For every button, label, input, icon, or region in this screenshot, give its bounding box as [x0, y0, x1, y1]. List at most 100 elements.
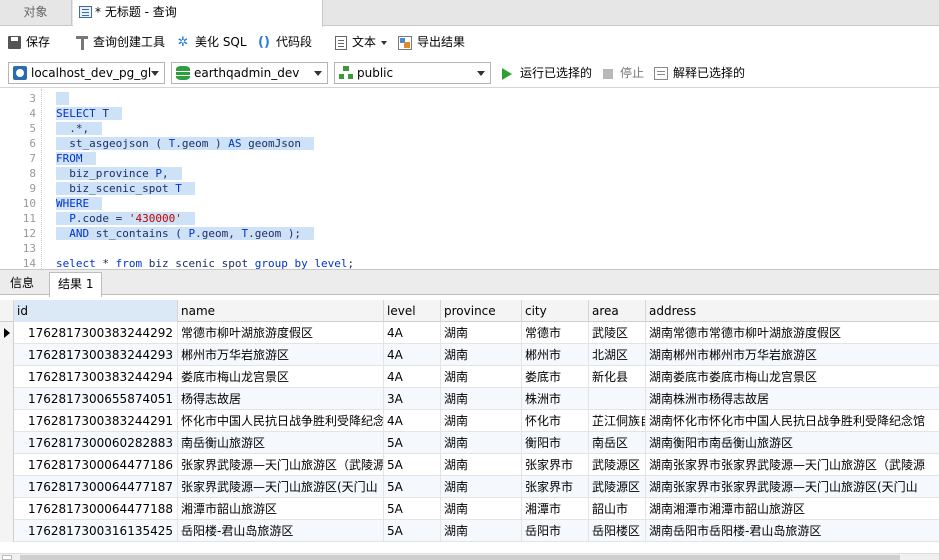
cell-city[interactable]: 怀化市 — [522, 410, 589, 432]
id-column-header[interactable]: id — [14, 300, 178, 322]
name-column-header[interactable]: name — [178, 300, 384, 322]
code-line[interactable]: 3 — [0, 91, 939, 106]
cell-address[interactable]: 湖南郴州市郴州市万华岩旅游区 — [646, 344, 939, 366]
cell-address[interactable]: 湖南怀化市怀化市中国人民抗日战争胜利受降纪念馆 — [646, 410, 939, 432]
cell-level[interactable]: 5A — [384, 432, 441, 454]
cell-level[interactable]: 4A — [384, 366, 441, 388]
cell-address[interactable]: 湖南张家界市张家界武陵源—天门山旅游区(天门山 — [646, 476, 939, 498]
city-column-header[interactable]: city — [522, 300, 589, 322]
cell-name[interactable]: 南岳衡山旅游区 — [178, 432, 384, 454]
tab-objects[interactable]: 对象 — [0, 0, 72, 26]
cell-area[interactable] — [589, 388, 646, 410]
cell-city[interactable]: 张家界市 — [522, 454, 589, 476]
cell-address[interactable]: 湖南衡阳市南岳衡山旅游区 — [646, 432, 939, 454]
cell-province[interactable]: 湖南 — [441, 322, 522, 344]
cell-city[interactable]: 郴州市 — [522, 344, 589, 366]
cell-city[interactable]: 岳阳市 — [522, 520, 589, 542]
cell-area[interactable]: 武陵源区 — [589, 454, 646, 476]
tab-result-1[interactable]: 结果 1 — [49, 272, 103, 297]
cell-province[interactable]: 湖南 — [441, 476, 522, 498]
cell-province[interactable]: 湖南 — [441, 498, 522, 520]
row-selector[interactable] — [0, 388, 14, 410]
cell-province[interactable]: 湖南 — [441, 520, 522, 542]
cell-province[interactable]: 湖南 — [441, 454, 522, 476]
code-line[interactable]: 8 biz_province P, — [0, 166, 939, 181]
table-row[interactable]: 1762817300064477186 张家界武陵源—天门山旅游区（武陵源 5A 湖南… — [0, 454, 939, 476]
sql-editor[interactable]: 3 4 SELECT T 5 .*, 6 st_asgeojson ( T.geo… — [0, 89, 939, 269]
cell-area[interactable]: 新化县 — [589, 366, 646, 388]
cell-province[interactable]: 湖南 — [441, 432, 522, 454]
cell-city[interactable]: 常德市 — [522, 322, 589, 344]
run-selected-button[interactable]: 运行已选择的 — [502, 58, 592, 88]
code-line[interactable]: 13 — [0, 241, 939, 256]
province-column-header[interactable]: province — [441, 300, 522, 322]
cell-city[interactable]: 张家界市 — [522, 476, 589, 498]
cell-id[interactable]: 1762817300383244294 — [14, 366, 178, 388]
cell-address[interactable]: 湖南张家界市张家界武陵源—天门山旅游区（武陵源 — [646, 454, 939, 476]
row-selector[interactable] — [0, 498, 14, 520]
row-selector[interactable] — [0, 520, 14, 542]
text-dropdown-button[interactable]: 文本 — [335, 27, 388, 58]
cell-area[interactable]: 芷江侗族自 — [589, 410, 646, 432]
level-column-header[interactable]: level — [384, 300, 441, 322]
table-row[interactable]: 1762817300383244291 怀化市中国人民抗日战争胜利受降纪念 4A 湖南… — [0, 410, 939, 432]
cell-name[interactable]: 张家界武陵源—天门山旅游区(天门山 — [178, 476, 384, 498]
cell-address[interactable]: 湖南娄底市娄底市梅山龙宫景区 — [646, 366, 939, 388]
cell-name[interactable]: 郴州市万华岩旅游区 — [178, 344, 384, 366]
code-line[interactable]: 4 SELECT T — [0, 106, 939, 121]
table-row[interactable]: 1762817300383244293 郴州市万华岩旅游区 4A 湖南 郴州市 北湖区 湖南… — [0, 344, 939, 366]
code-line[interactable]: 10 WHERE — [0, 196, 939, 211]
table-row[interactable]: 1762817300383244294 娄底市梅山龙宫景区 4A 湖南 娄底市 新化县 湖南… — [0, 366, 939, 388]
row-selector[interactable] — [0, 322, 14, 344]
cell-address[interactable]: 湖南株洲市杨得志故居 — [646, 388, 939, 410]
explain-selected-button[interactable]: 解释已选择的 — [654, 58, 745, 88]
horizontal-scrollbar[interactable] — [0, 553, 939, 560]
row-selector[interactable] — [0, 344, 14, 366]
cell-level[interactable]: 5A — [384, 476, 441, 498]
cell-name[interactable]: 张家界武陵源—天门山旅游区（武陵源 — [178, 454, 384, 476]
row-selector[interactable] — [0, 366, 14, 388]
row-selector[interactable] — [0, 432, 14, 454]
database-select[interactable]: earthqadmin_dev — [171, 62, 328, 84]
cell-province[interactable]: 湖南 — [441, 388, 522, 410]
cell-id[interactable]: 1762817300064477188 — [14, 498, 178, 520]
code-line[interactable]: 6 st_asgeojson ( T.geom ) AS geomJson — [0, 136, 939, 151]
code-line[interactable]: 7 FROM — [0, 151, 939, 166]
cell-id[interactable]: 176281730038324429​2 — [14, 322, 178, 344]
cell-id[interactable]: 1762817300383244291 — [14, 410, 178, 432]
table-row[interactable]: 1762817300060282883 南岳衡山旅游区 5A 湖南 衡阳市 南岳区 湖南衡阳… — [0, 432, 939, 454]
cell-city[interactable]: 湘潭市 — [522, 498, 589, 520]
scrollbar-thumb[interactable] — [20, 555, 900, 560]
tab-info[interactable]: 信息 — [2, 272, 42, 296]
schema-select[interactable]: public — [334, 62, 491, 84]
scroll-left-arrow[interactable] — [2, 555, 12, 560]
row-selector[interactable] — [0, 410, 14, 432]
cell-area[interactable]: 韶山市 — [589, 498, 646, 520]
cell-level[interactable]: 3A — [384, 388, 441, 410]
cell-level[interactable]: 5A — [384, 498, 441, 520]
table-row[interactable]: 1762817300064477187 张家界武陵源—天门山旅游区(天门山 5A 湖南… — [0, 476, 939, 498]
cell-city[interactable]: 衡阳市 — [522, 432, 589, 454]
export-results-button[interactable]: 导出结果 — [398, 27, 465, 58]
cell-id[interactable]: 1762817300064477186 — [14, 454, 178, 476]
table-row[interactable]: 1762817300316135425 岳阳楼-君山岛旅游区 5A 湖南 岳阳市 岳阳楼区… — [0, 520, 939, 542]
cell-id[interactable]: 1762817300060282883 — [14, 432, 178, 454]
query-builder-button[interactable]: 查询创建工具 — [76, 27, 165, 58]
stop-button[interactable]: 停止 — [603, 58, 644, 88]
code-line[interactable]: 14 select * from biz_scenic_spot group by… — [0, 256, 939, 269]
table-row[interactable]: 176281730038324429​2 常德市柳叶湖旅游度假区 4A 湖南 常德市 武陵… — [0, 322, 939, 344]
cell-province[interactable]: 湖南 — [441, 366, 522, 388]
cell-name[interactable]: 娄底市梅山龙宫景区 — [178, 366, 384, 388]
cell-level[interactable]: 5A — [384, 520, 441, 542]
area-column-header[interactable]: area — [589, 300, 646, 322]
code-line[interactable]: 9 biz_scenic_spot T — [0, 181, 939, 196]
cell-level[interactable]: 4A — [384, 322, 441, 344]
cell-address[interactable]: 湖南岳阳市岳阳楼-君山岛旅游区 — [646, 520, 939, 542]
cell-area[interactable]: 岳阳楼区 — [589, 520, 646, 542]
connection-select[interactable]: localhost_dev_pg_gl — [8, 62, 165, 84]
cell-area[interactable]: 南岳区 — [589, 432, 646, 454]
cell-level[interactable]: 4A — [384, 410, 441, 432]
row-selector[interactable] — [0, 476, 14, 498]
tab-untitled-query[interactable]: * 无标题 - 查询 — [73, 0, 323, 27]
table-row[interactable]: 1762817300064477188 湘潭市韶山旅游区 5A 湖南 湘潭市 韶山市 湖南湘… — [0, 498, 939, 520]
